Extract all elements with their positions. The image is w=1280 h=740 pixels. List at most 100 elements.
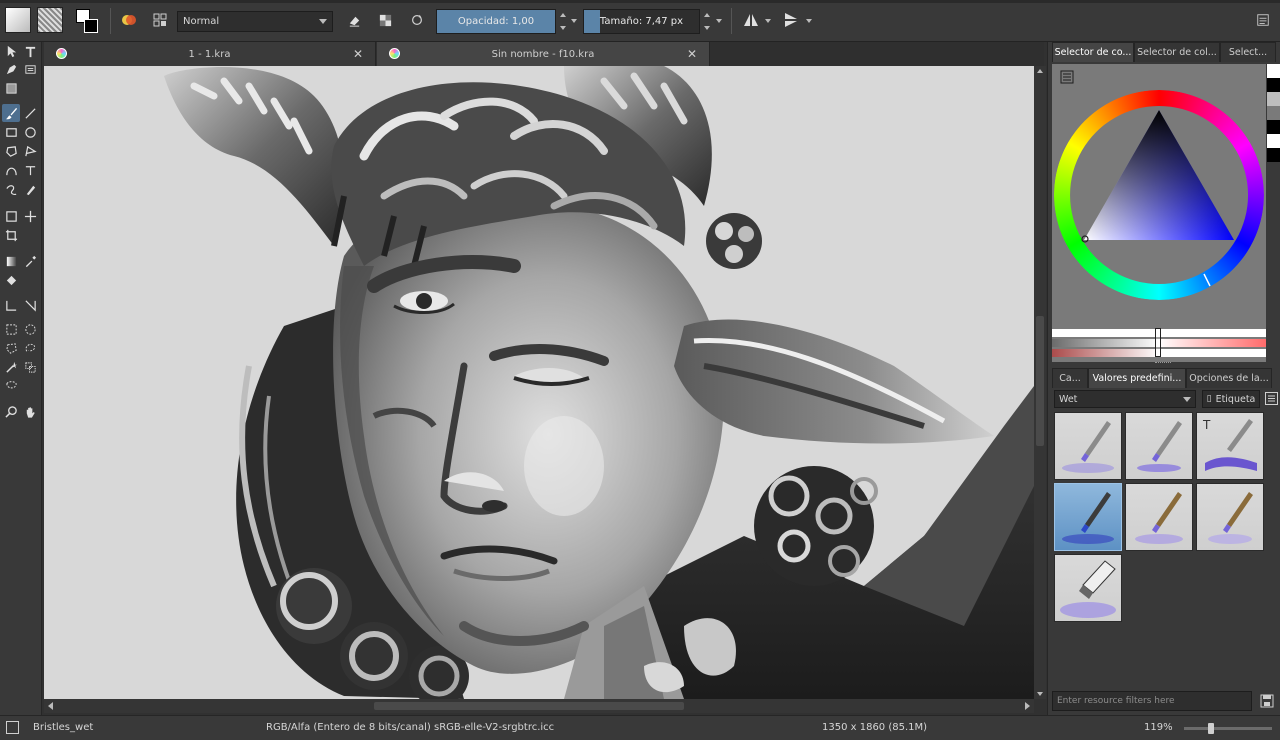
zoom-slider-handle[interactable] xyxy=(1208,723,1214,734)
mirror-horizontal-button[interactable] xyxy=(738,7,764,33)
brush-preset-tile[interactable] xyxy=(1125,412,1193,480)
crop-tool[interactable] xyxy=(2,226,20,244)
foreground-background-color-button[interactable] xyxy=(74,7,104,35)
pan-tool[interactable] xyxy=(21,403,39,421)
background-color-swatch[interactable] xyxy=(84,19,98,33)
canvas-vertical-scrollbar[interactable] xyxy=(1034,66,1046,699)
document-tab-1[interactable]: 1 - 1.kra ✕ xyxy=(44,42,376,66)
opacity-menu-chevron-icon[interactable] xyxy=(571,19,577,23)
rectangle-tool[interactable] xyxy=(2,123,20,141)
canvas-horizontal-scrollbar[interactable] xyxy=(44,699,1034,713)
polyline-tool[interactable] xyxy=(21,142,39,160)
opacity-spinner[interactable] xyxy=(557,9,569,34)
move-tool[interactable] xyxy=(21,207,39,225)
arrow-down-icon[interactable] xyxy=(560,25,566,30)
color-history-palette[interactable] xyxy=(1267,64,1280,164)
brush-preset-tile[interactable]: T xyxy=(1196,412,1264,480)
edit-shapes-tool[interactable] xyxy=(2,60,20,78)
tab-tool-options[interactable]: Opciones de la... xyxy=(1186,368,1272,388)
measure-tool[interactable] xyxy=(21,296,39,314)
arrow-up-icon[interactable] xyxy=(560,13,566,18)
docker-splitter-handle[interactable] xyxy=(1155,362,1171,364)
blend-mode-select[interactable]: Normal xyxy=(177,11,333,32)
bezier-curve-tool[interactable] xyxy=(2,161,20,179)
assistant-tool[interactable] xyxy=(2,296,20,314)
color-selector-settings-button[interactable] xyxy=(1060,70,1074,84)
palette-color-swatch[interactable] xyxy=(1267,134,1280,148)
calligraphy-tool[interactable] xyxy=(21,60,39,78)
dynamic-brush-tool[interactable] xyxy=(2,180,20,198)
multibrush-tool[interactable] xyxy=(21,180,39,198)
fill-tool[interactable] xyxy=(2,271,20,289)
brush-preset-tile[interactable] xyxy=(1125,483,1193,551)
scroll-right-arrow-icon[interactable] xyxy=(1025,702,1030,710)
scroll-up-arrow-icon[interactable] xyxy=(1037,69,1043,73)
rectangle-selection-tool[interactable] xyxy=(2,320,20,338)
brush-preset-tile[interactable] xyxy=(1054,554,1122,622)
preset-tag-select[interactable]: Wet xyxy=(1054,390,1196,408)
text-tool[interactable] xyxy=(21,42,39,60)
transform-tool[interactable] xyxy=(2,207,20,225)
polygon-selection-tool[interactable] xyxy=(2,339,20,357)
document-tab-2[interactable]: Sin nombre - f10.kra ✕ xyxy=(377,42,710,66)
tab-selector-3[interactable]: Select... xyxy=(1220,42,1276,62)
reload-preset-button[interactable] xyxy=(404,7,430,33)
horizontal-scroll-thumb[interactable] xyxy=(374,702,684,710)
select-shapes-tool[interactable] xyxy=(2,42,20,60)
freehand-selection-tool[interactable] xyxy=(21,339,39,357)
palette-color-swatch[interactable] xyxy=(1267,64,1280,78)
zoom-slider[interactable] xyxy=(1184,723,1272,734)
wrap-around-button[interactable] xyxy=(147,7,173,33)
ellipse-tool[interactable] xyxy=(21,123,39,141)
arrow-up-icon[interactable] xyxy=(704,13,710,18)
brush-presets-button[interactable] xyxy=(116,7,142,33)
advanced-color-selector[interactable] xyxy=(1052,64,1266,362)
brush-preset-tile-selected[interactable] xyxy=(1054,483,1122,551)
size-spinner[interactable] xyxy=(701,9,713,34)
brush-preset-tile[interactable] xyxy=(1054,412,1122,480)
mirror-vertical-menu-icon[interactable] xyxy=(806,19,812,23)
freehand-brush-tool[interactable] xyxy=(2,104,20,122)
pattern-selector-button[interactable] xyxy=(37,7,63,33)
preserve-alpha-button[interactable] xyxy=(372,7,398,33)
size-menu-chevron-icon[interactable] xyxy=(716,19,722,23)
palette-color-swatch[interactable] xyxy=(1267,148,1280,162)
scroll-left-arrow-icon[interactable] xyxy=(48,702,53,710)
polygon-tool[interactable] xyxy=(2,142,20,160)
scroll-down-arrow-icon[interactable] xyxy=(1037,692,1043,696)
tab-brush-presets[interactable]: Valores predefini... xyxy=(1088,368,1186,388)
vertical-scroll-thumb[interactable] xyxy=(1036,316,1044,446)
similar-selection-tool[interactable] xyxy=(21,358,39,376)
eraser-mode-button[interactable] xyxy=(341,7,367,33)
color-picker-tool[interactable] xyxy=(21,252,39,270)
workspace-button[interactable] xyxy=(1250,7,1276,33)
freehand-path-tool[interactable] xyxy=(21,161,39,179)
tab-advanced-color-selector[interactable]: Selector de co... xyxy=(1052,42,1134,62)
palette-color-swatch[interactable] xyxy=(1267,92,1280,106)
size-slider[interactable]: Tamaño: 7,47 px xyxy=(583,9,700,34)
zoom-level[interactable]: 119% xyxy=(1144,722,1173,733)
zoom-tool[interactable] xyxy=(2,403,20,421)
resource-filter-input[interactable]: Enter resource filters here xyxy=(1052,691,1252,711)
tab-color-selector[interactable]: Selector de col... xyxy=(1134,42,1220,62)
save-filter-button[interactable] xyxy=(1260,694,1274,708)
palette-color-swatch[interactable] xyxy=(1267,120,1280,134)
tab-brush-ca[interactable]: Ca... xyxy=(1052,368,1088,388)
mirror-vertical-button[interactable] xyxy=(778,7,804,33)
slider-handle[interactable] xyxy=(1155,328,1161,357)
pattern-tool[interactable] xyxy=(2,79,20,97)
preset-view-menu-button[interactable] xyxy=(1265,392,1278,405)
palette-color-swatch[interactable] xyxy=(1267,78,1280,92)
gradient-tool[interactable] xyxy=(2,252,20,270)
bezier-selection-tool[interactable] xyxy=(2,377,20,395)
color-wheel[interactable] xyxy=(1052,86,1266,306)
line-tool[interactable] xyxy=(21,104,39,122)
close-tab-icon[interactable]: ✕ xyxy=(687,47,697,61)
gradient-selector-button[interactable] xyxy=(5,7,31,33)
close-tab-icon[interactable]: ✕ xyxy=(353,47,363,61)
ellipse-selection-tool[interactable] xyxy=(21,320,39,338)
contiguous-selection-tool[interactable] xyxy=(2,358,20,376)
mirror-horizontal-menu-icon[interactable] xyxy=(765,19,771,23)
tag-button[interactable]: ▯ Etiqueta xyxy=(1202,390,1260,408)
opacity-slider[interactable]: Opacidad: 1,00 xyxy=(436,9,556,34)
